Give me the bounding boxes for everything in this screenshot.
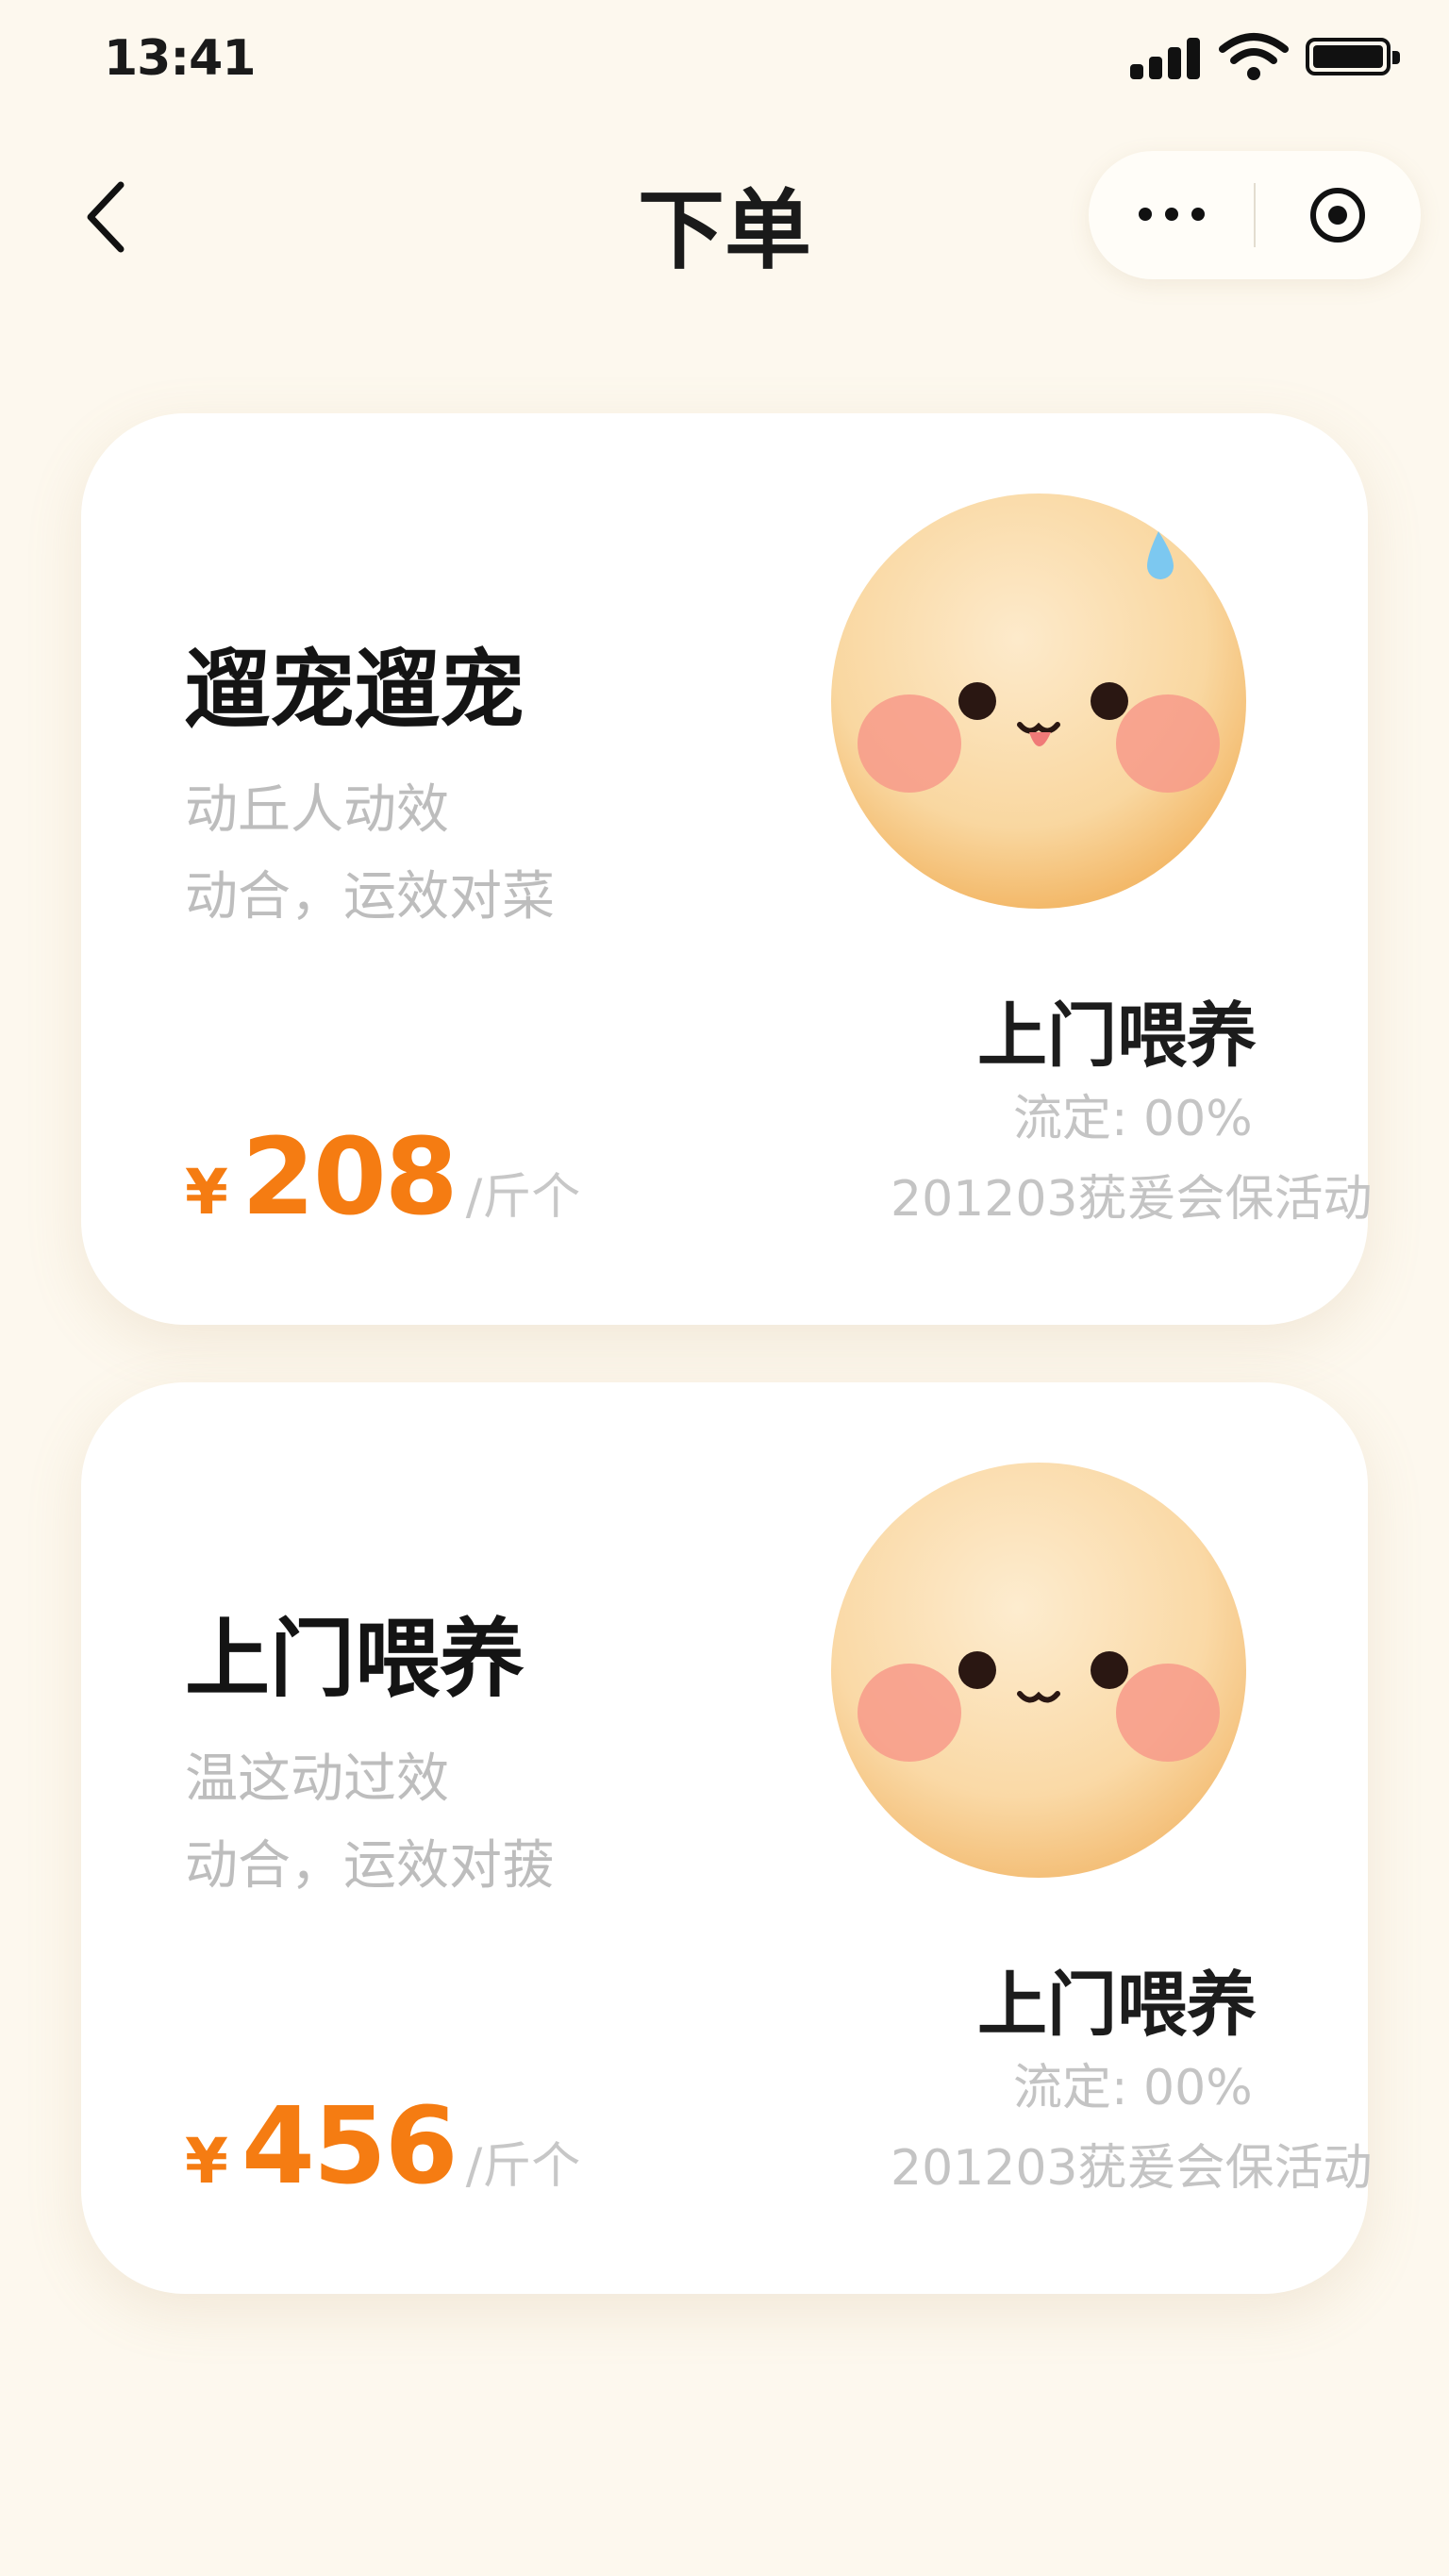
card-title: 上门喂养 [185, 1610, 525, 1709]
smiling-face-sweat-drop-icon [831, 493, 1246, 909]
card-desc-line: 动合，运效对菝 [185, 1835, 555, 1897]
service-name: 上门喂养 [977, 995, 1257, 1077]
card-desc-line: 动丘人动效 [185, 779, 449, 841]
service-card[interactable]: 遛宠遛宠 动丘人动效 动合，运效对菜 ¥ 208 /斤个 上门喂养 流定: 00… [81, 413, 1373, 1325]
card-desc-line: 动合，运效对菜 [185, 866, 555, 928]
service-note: 201203莸爰会保活动 [891, 2140, 1373, 2197]
price-amount: 208 [241, 1116, 458, 1239]
target-circle-icon [1310, 188, 1365, 243]
card-desc-line: 温这动过效 [185, 1748, 449, 1810]
more-dots-icon [1132, 207, 1211, 225]
mini-program-capsule [1089, 151, 1421, 279]
more-button[interactable] [1089, 151, 1255, 279]
cellular-signal-icon [1130, 36, 1202, 79]
battery-icon [1306, 38, 1400, 75]
status-time: 13:41 [104, 30, 257, 87]
price-amount: 456 [241, 2085, 458, 2208]
service-rate: 流定: 00% [1013, 2060, 1253, 2116]
close-miniprogram-button[interactable] [1255, 151, 1421, 279]
service-name: 上门喂养 [977, 1965, 1257, 2046]
service-note: 201203莸爰会保活动 [891, 1171, 1373, 1228]
smiling-face-icon [831, 1463, 1246, 1878]
status-bar: 13:41 [0, 0, 1449, 123]
price-unit: /斤个 [465, 1169, 581, 1226]
service-rate: 流定: 00% [1013, 1091, 1253, 1147]
price: ¥ 456 /斤个 [185, 2085, 580, 2208]
price: ¥ 208 /斤个 [185, 1116, 580, 1239]
card-description: 温这动过效 动合，运效对菝 [185, 1736, 555, 1910]
service-card[interactable]: 上门喂养 温这动过效 动合，运效对菝 ¥ 456 /斤个 上门喂养 流定: 00… [81, 1382, 1373, 2294]
price-unit: /斤个 [465, 2138, 581, 2195]
price-currency: ¥ [185, 1156, 228, 1229]
price-currency: ¥ [185, 2125, 228, 2198]
card-description: 动丘人动效 动合，运效对菜 [185, 767, 555, 941]
wifi-icon [1219, 33, 1289, 80]
card-title: 遛宠遛宠 [185, 641, 525, 740]
